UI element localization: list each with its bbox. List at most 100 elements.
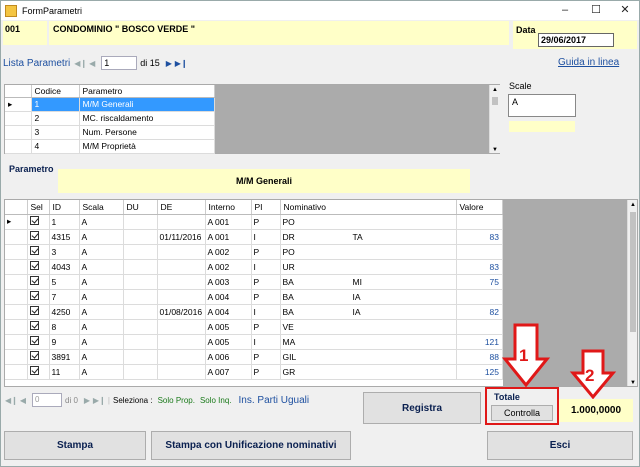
table-row[interactable]: 4 M/M Proprietà <box>5 139 215 154</box>
scale-list[interactable]: A <box>508 94 576 117</box>
table-row[interactable]: 8A A 005 P VE <box>5 319 503 335</box>
table-row[interactable]: 4250 A 01/08/2016 A 004 I BA IA 82 <box>5 304 503 320</box>
grid-empty-area <box>215 85 489 153</box>
help-link[interactable]: Guida in linea <box>558 57 619 68</box>
first-icon[interactable]: ◀❙ <box>74 59 87 68</box>
sel-checkbox[interactable] <box>27 319 50 335</box>
cell-nominativo: GIL <box>280 349 457 365</box>
column-header[interactable]: ID <box>49 200 80 215</box>
table-row[interactable]: ▸ 1 A A 001 P PO <box>5 214 503 230</box>
column-header[interactable]: Nominativo <box>280 200 457 215</box>
checkbox-checked-icon[interactable] <box>29 351 39 360</box>
table-row[interactable]: ▸ 1 M/M Generali <box>5 97 215 112</box>
scroll-up-icon[interactable]: ▲ <box>628 200 637 210</box>
checkbox-checked-icon[interactable] <box>29 366 39 375</box>
scroll-down-icon[interactable]: ▼ <box>628 380 637 386</box>
scroll-down-icon[interactable]: ▼ <box>490 147 500 153</box>
params-count: di 15 <box>140 58 160 68</box>
checkbox-checked-icon[interactable] <box>29 321 39 330</box>
column-header[interactable]: Interno <box>205 200 252 215</box>
cell-id: 11 <box>49 364 80 380</box>
prev-icon[interactable]: ◀ <box>86 59 98 68</box>
table-row[interactable]: 3891 A A 006 P GIL 88 <box>5 349 503 365</box>
sel-checkbox[interactable] <box>27 244 50 260</box>
sel-checkbox[interactable] <box>27 214 50 230</box>
cell-nominativo: PO <box>280 244 457 260</box>
cell-interno: A 004 <box>205 304 252 320</box>
row-pointer-icon: ▸ <box>5 97 32 112</box>
checkbox-checked-icon[interactable] <box>29 306 39 315</box>
stampa-unificazione-button[interactable]: Stampa con Unificazione nominativi <box>151 431 351 460</box>
cell-nominativo: VE <box>280 319 457 335</box>
last-icon[interactable]: ▶❙ <box>175 59 188 68</box>
column-header[interactable]: DE <box>157 200 206 215</box>
table-row[interactable]: 3 Num. Persone <box>5 125 215 140</box>
table-row[interactable]: 2 MC. riscaldamento <box>5 111 215 126</box>
solo-prop-link[interactable]: Solo Prop. <box>158 396 195 405</box>
column-header[interactable]: PI <box>251 200 281 215</box>
next-icon[interactable]: ▶ <box>81 396 93 405</box>
column-header[interactable]: Sel <box>27 200 50 215</box>
sel-checkbox[interactable] <box>27 334 50 350</box>
sel-checkbox[interactable] <box>27 349 50 365</box>
cell-pi: P <box>251 289 281 305</box>
row-header <box>5 244 28 260</box>
close-button[interactable]: ✕ <box>611 1 639 20</box>
parametro-label: Parametro <box>9 164 54 174</box>
table-row[interactable]: 4043 A A 002 I UR 83 <box>5 259 503 275</box>
sel-checkbox[interactable] <box>27 229 50 245</box>
checkbox-checked-icon[interactable] <box>29 231 39 240</box>
sel-checkbox[interactable] <box>27 274 50 290</box>
params-position-input[interactable]: 1 <box>101 56 138 70</box>
registra-button[interactable]: Registra <box>363 392 481 424</box>
first-icon[interactable]: ◀❙ <box>5 396 18 405</box>
cell-de <box>157 259 206 275</box>
scroll-up-icon[interactable]: ▲ <box>490 85 500 95</box>
next-icon[interactable]: ▶ <box>163 59 175 68</box>
column-header[interactable]: Parametro <box>79 85 215 98</box>
ins-parti-uguali-link[interactable]: Ins. Parti Uguali <box>239 395 310 406</box>
checkbox-checked-icon[interactable] <box>29 216 39 225</box>
cell-id: 3891 <box>49 349 80 365</box>
annotation-number-2: 2 <box>585 366 595 385</box>
cell-nominativo: PO <box>280 214 457 230</box>
bottom-position-input[interactable]: 0 <box>32 393 62 407</box>
controlla-button[interactable]: Controlla <box>491 405 553 421</box>
minimize-button[interactable]: – <box>551 1 579 20</box>
scroll-thumb[interactable] <box>492 97 498 105</box>
checkbox-checked-icon[interactable] <box>29 276 39 285</box>
esci-button[interactable]: Esci <box>487 431 633 460</box>
date-field[interactable]: 29/06/2017 <box>538 33 614 47</box>
table-row[interactable]: 11 A A 007 P GR 125 <box>5 364 503 380</box>
sel-checkbox[interactable] <box>27 289 50 305</box>
condominio-name: CONDOMINIO " BOSCO VERDE " <box>49 21 509 45</box>
column-header[interactable]: Codice <box>31 85 80 98</box>
table-row[interactable]: 5A A 003 P BA MI 75 <box>5 274 503 290</box>
params-scrollbar[interactable]: ▲ ▼ <box>489 85 500 153</box>
stampa-button[interactable]: Stampa <box>4 431 146 460</box>
solo-inq-link[interactable]: Solo Inq. <box>200 396 232 405</box>
params-navigator: Lista Parametri ◀❙ ◀ 1 di 15 ▶ ▶❙ <box>3 54 218 72</box>
sel-checkbox[interactable] <box>27 259 50 275</box>
table-row[interactable]: 3A A 002 P PO <box>5 244 503 260</box>
last-icon[interactable]: ▶❙ <box>93 396 106 405</box>
checkbox-checked-icon[interactable] <box>29 336 39 345</box>
sel-checkbox[interactable] <box>27 364 50 380</box>
main-scrollbar[interactable]: ▲ ▼ <box>627 200 637 386</box>
table-row[interactable]: 7A A 004 P BA IA <box>5 289 503 305</box>
row-header <box>5 319 28 335</box>
scroll-thumb[interactable] <box>630 212 636 332</box>
cell-interno: A 005 <box>205 319 252 335</box>
table-row[interactable]: 9A A 005 I MA 121 <box>5 334 503 350</box>
column-header[interactable]: Scala <box>79 200 124 215</box>
column-header[interactable]: DU <box>123 200 158 215</box>
table-row[interactable]: 4315 A 01/11/2016 A 001 I DR TA 83 <box>5 229 503 245</box>
params-grid: Codice Parametro ▸ 1 M/M Generali 2 MC. r… <box>4 84 500 154</box>
column-header[interactable]: Valore <box>456 200 503 215</box>
checkbox-checked-icon[interactable] <box>29 261 39 270</box>
checkbox-checked-icon[interactable] <box>29 246 39 255</box>
prev-icon[interactable]: ◀ <box>17 396 29 405</box>
sel-checkbox[interactable] <box>27 304 50 320</box>
maximize-button[interactable]: ☐ <box>582 1 610 20</box>
checkbox-checked-icon[interactable] <box>29 291 39 300</box>
